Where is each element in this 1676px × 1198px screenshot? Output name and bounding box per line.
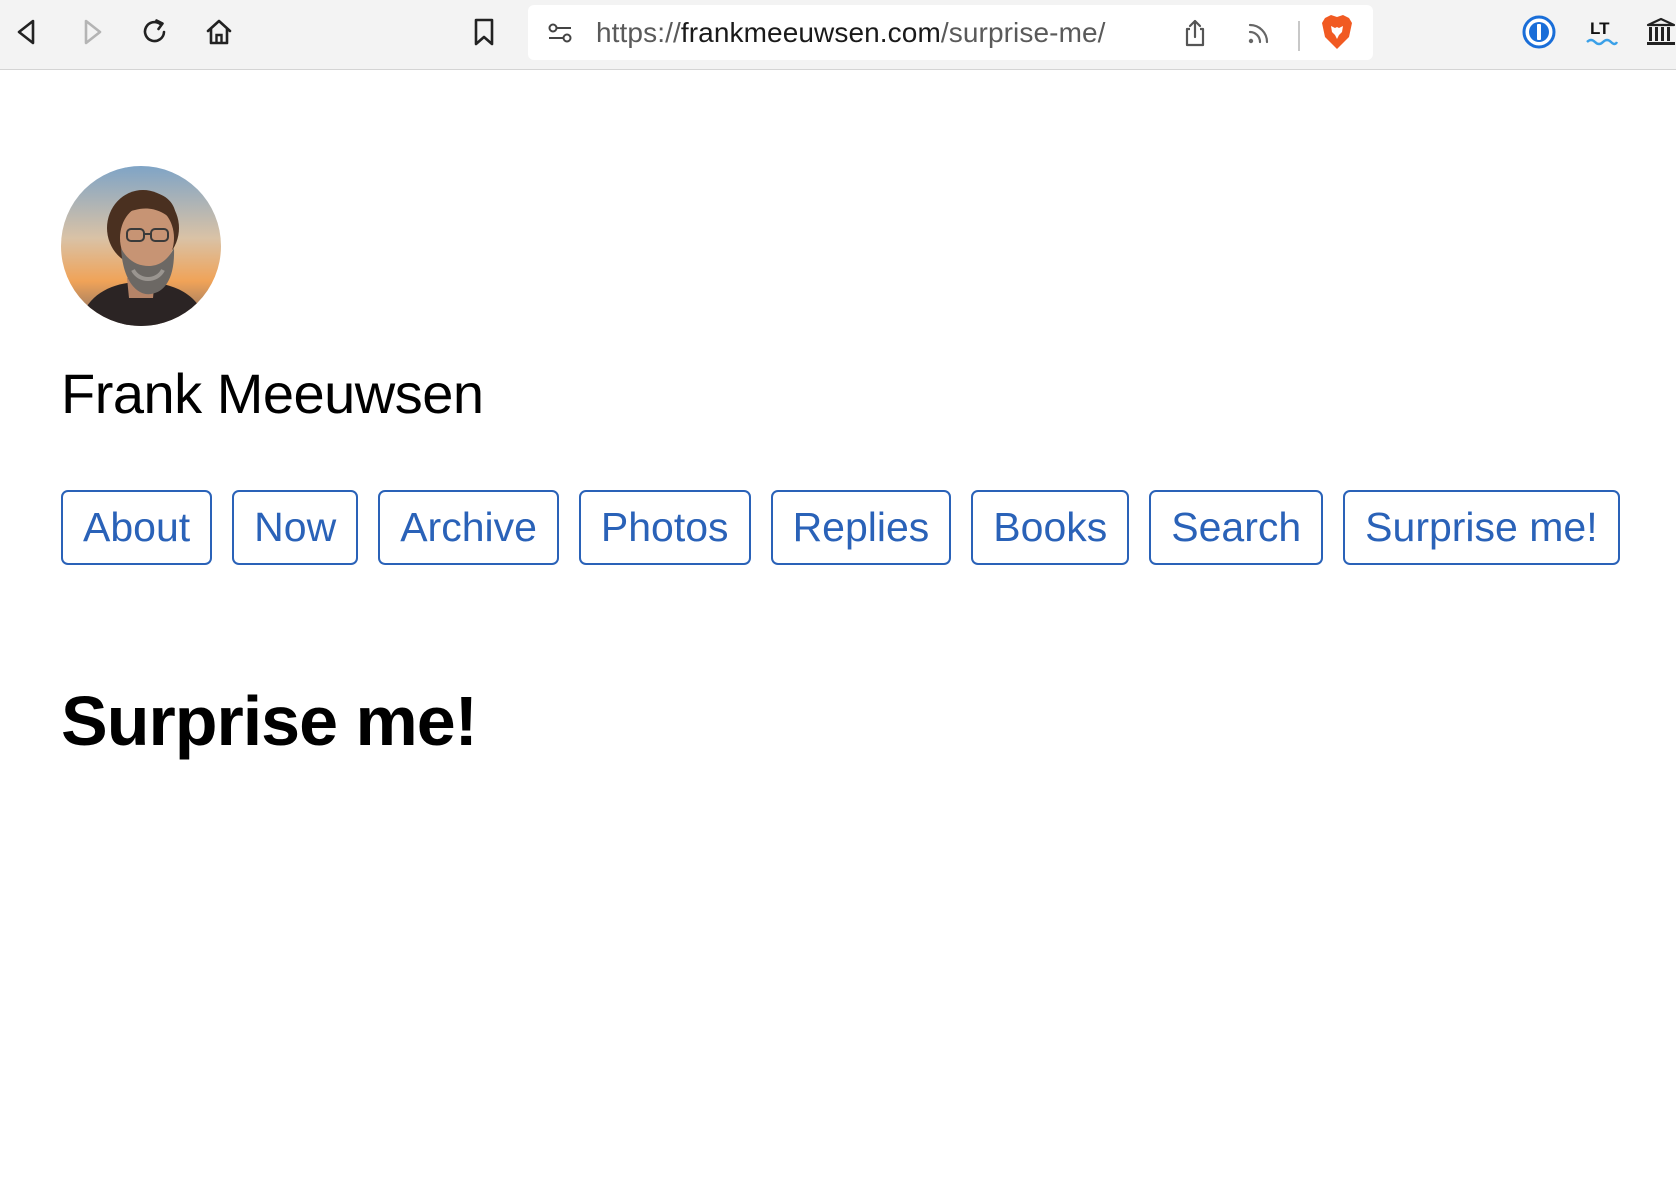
languagetool-icon[interactable]: LT <box>1582 12 1622 52</box>
nav-link-surprise-me[interactable]: Surprise me! <box>1343 490 1620 565</box>
nav-link-search[interactable]: Search <box>1149 490 1324 565</box>
browser-toolbar: https://frankmeeuwsen.com/surprise-me/ L… <box>0 0 1676 70</box>
nav-link-books[interactable]: Books <box>971 490 1130 565</box>
site-title[interactable]: Frank Meeuwsen <box>61 360 484 428</box>
url-scheme: https:// <box>596 17 681 48</box>
languagetool-label: LT <box>1590 19 1610 38</box>
nav-link-about[interactable]: About <box>61 490 213 565</box>
rss-icon[interactable] <box>1239 13 1279 53</box>
page-heading: Surprise me! <box>61 682 478 760</box>
avatar[interactable] <box>61 166 221 326</box>
share-icon[interactable] <box>1175 13 1215 53</box>
url-text[interactable]: https://frankmeeuwsen.com/surprise-me/ <box>596 18 1106 48</box>
site-settings-icon[interactable] <box>540 13 580 53</box>
nav-link-archive[interactable]: Archive <box>378 490 559 565</box>
brave-shields-icon[interactable] <box>1317 12 1357 52</box>
forward-icon[interactable] <box>71 12 111 52</box>
home-icon[interactable] <box>199 12 239 52</box>
url-host: frankmeeuwsen.com <box>680 17 941 48</box>
reload-icon[interactable] <box>135 12 175 52</box>
nav-link-replies[interactable]: Replies <box>770 490 952 565</box>
bookmark-icon[interactable] <box>464 12 504 52</box>
nav-link-photos[interactable]: Photos <box>578 490 751 565</box>
main-nav: About Now Archive Photos Replies Books S… <box>61 490 1620 565</box>
library-icon[interactable] <box>1645 12 1676 52</box>
onepassword-icon[interactable] <box>1519 12 1559 52</box>
nav-link-now[interactable]: Now <box>232 490 359 565</box>
url-path: /surprise-me/ <box>940 17 1106 48</box>
url-bar-divider <box>1298 21 1300 51</box>
address-bar[interactable]: https://frankmeeuwsen.com/surprise-me/ <box>528 5 1373 60</box>
back-icon[interactable] <box>8 12 48 52</box>
